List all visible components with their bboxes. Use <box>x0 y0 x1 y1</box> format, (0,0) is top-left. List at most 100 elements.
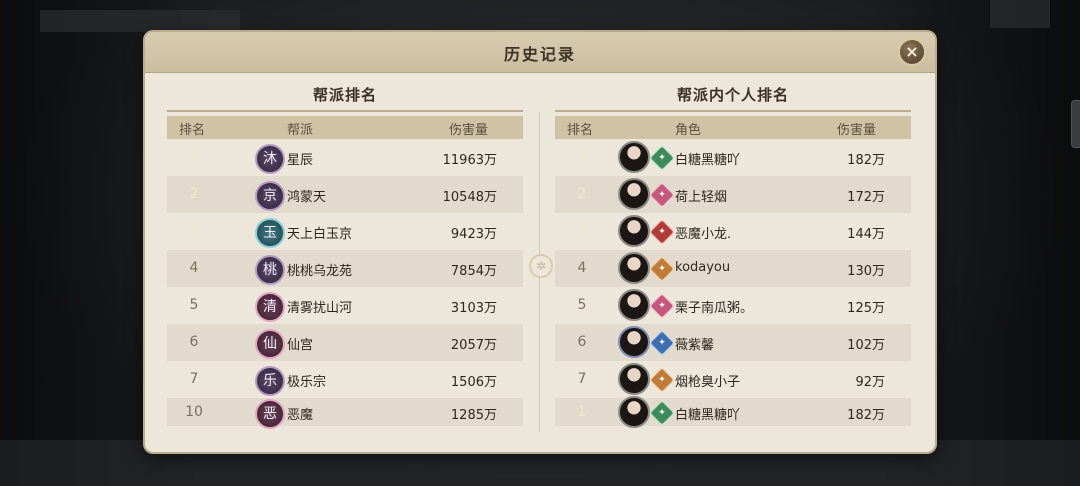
player-damage: 125万 <box>847 301 885 316</box>
guild-ranking-section: 帮派排名 排名 帮派 伤害量 1 沐 星辰 11963万 2 京 鸿蒙天 105… <box>167 80 523 429</box>
guild-name: 星辰 <box>287 153 314 168</box>
header-damage: 伤害量 <box>449 123 489 138</box>
avatar-icon[interactable] <box>618 363 650 395</box>
guild-name: 清雾扰山河 <box>287 301 353 316</box>
guild-row[interactable]: 4 桃 桃桃乌龙苑 7854万 <box>167 250 523 287</box>
player-damage: 172万 <box>847 190 885 205</box>
rank-badge-icon: 2 <box>179 180 209 209</box>
rank-value: 1 <box>189 149 199 165</box>
guild-row[interactable]: 2 京 鸿蒙天 10548万 <box>167 176 523 213</box>
guild-name: 极乐宗 <box>287 375 327 390</box>
header-rank: 排名 <box>567 123 594 138</box>
player-row-own[interactable]: 1 ✦ 白糖黑糖吖 182万 <box>555 396 911 428</box>
avatar-icon[interactable] <box>618 252 650 284</box>
player-row[interactable]: 7 ✦ 烟枪臭小子 92万 <box>555 361 911 398</box>
rank-number: 6 <box>189 334 199 350</box>
guild-row[interactable]: 3 玉 天上白玉京 9423万 <box>167 213 523 250</box>
player-name: 白糖黑糖吖 <box>675 408 741 423</box>
sect-icon: ✦ <box>649 400 675 426</box>
guild-damage: 10548万 <box>442 190 497 205</box>
header-damage: 伤害量 <box>837 123 877 138</box>
header-role: 角色 <box>675 123 702 138</box>
player-name: kodayou <box>675 260 731 275</box>
avatar-icon[interactable] <box>618 178 650 210</box>
guild-emblem-icon: 桃 <box>255 255 285 285</box>
background-ui-strip <box>990 0 1050 28</box>
player-row[interactable]: 2 ✦ 荷上轻烟 172万 <box>555 176 911 213</box>
guild-emblem-icon: 仙 <box>255 329 285 359</box>
avatar-icon[interactable] <box>618 141 650 173</box>
guild-emblem-icon: 沐 <box>255 144 285 174</box>
rank-value: 1 <box>577 404 587 420</box>
rank-number: 5 <box>577 297 587 313</box>
guild-ranking-title: 帮派排名 <box>167 80 523 112</box>
avatar-icon[interactable] <box>618 396 650 428</box>
rank-value: 2 <box>189 186 199 202</box>
guild-row[interactable]: 7 乐 极乐宗 1506万 <box>167 361 523 398</box>
guild-ranking-list: 1 沐 星辰 11963万 2 京 鸿蒙天 10548万 3 玉 天上白玉京 9… <box>167 139 523 429</box>
guild-name: 鸿蒙天 <box>287 190 327 205</box>
personal-ranking-title: 帮派内个人排名 <box>555 80 911 112</box>
sect-icon: ✦ <box>649 293 675 319</box>
player-damage: 92万 <box>855 375 885 390</box>
personal-ranking-header: 排名 角色 伤害量 <box>555 116 911 139</box>
player-row[interactable]: 1 ✦ 白糖黑糖吖 182万 <box>555 139 911 176</box>
guild-row[interactable]: 5 清 清雾扰山河 3103万 <box>167 287 523 324</box>
guild-row-own[interactable]: 10 恶 恶魔 1285万 <box>167 398 523 429</box>
guild-name: 天上白玉京 <box>287 227 353 242</box>
player-row[interactable]: 6 ✦ 薇紫馨 102万 <box>555 324 911 361</box>
guild-emblem-icon: 乐 <box>255 366 285 396</box>
guild-name: 恶魔 <box>287 408 314 423</box>
player-damage: 182万 <box>847 408 885 423</box>
guild-row[interactable]: 6 仙 仙宫 2057万 <box>167 324 523 361</box>
player-name: 烟枪臭小子 <box>675 375 741 390</box>
player-row[interactable]: 4 ✦ kodayou 130万 <box>555 250 911 287</box>
rank-badge-icon: 1 <box>567 143 597 172</box>
rank-value: 3 <box>577 223 587 239</box>
avatar-icon[interactable] <box>618 326 650 358</box>
guild-row[interactable]: 1 沐 星辰 11963万 <box>167 139 523 176</box>
dialog-title: 历史记录 <box>503 45 576 64</box>
rank-badge-icon: 3 <box>567 217 597 246</box>
history-dialog: 历史记录 × 帮派排名 排名 帮派 伤害量 1 沐 星辰 11963万 2 京 … <box>145 32 935 452</box>
rank-number: 7 <box>577 371 587 387</box>
rank-number: 4 <box>189 260 199 276</box>
rank-number: 10 <box>185 404 203 420</box>
rank-badge-icon: 1 <box>567 398 597 427</box>
background-ui-strip <box>40 10 240 32</box>
guild-emblem-icon: 玉 <box>255 218 285 248</box>
rank-value: 2 <box>577 186 587 202</box>
side-panel-handle[interactable] <box>1071 100 1080 148</box>
close-icon[interactable]: × <box>898 38 926 66</box>
avatar-icon[interactable] <box>618 215 650 247</box>
rank-number: 6 <box>577 334 587 350</box>
rank-number: 5 <box>189 297 199 313</box>
sect-icon: ✦ <box>649 256 675 282</box>
rank-badge-icon: 3 <box>179 217 209 246</box>
guild-damage: 1285万 <box>450 408 497 423</box>
player-name: 白糖黑糖吖 <box>675 153 741 168</box>
guild-name: 桃桃乌龙苑 <box>287 264 353 279</box>
guild-damage: 2057万 <box>450 338 497 353</box>
player-name: 荷上轻烟 <box>675 190 728 205</box>
player-damage: 182万 <box>847 153 885 168</box>
player-row[interactable]: 5 ✦ 栗子南瓜粥。 125万 <box>555 287 911 324</box>
player-name: 薇紫馨 <box>675 338 715 353</box>
guild-name: 仙宫 <box>287 338 314 353</box>
knot-ornament-icon: ✲ <box>529 254 553 278</box>
guild-damage: 11963万 <box>442 153 497 168</box>
header-rank: 排名 <box>179 123 206 138</box>
header-guild: 帮派 <box>287 123 314 138</box>
rank-value: 3 <box>189 223 199 239</box>
player-name: 恶魔小龙. <box>675 227 732 242</box>
sect-icon: ✦ <box>649 219 675 245</box>
rank-number: 7 <box>189 371 199 387</box>
rank-badge-icon: 1 <box>179 143 209 172</box>
guild-emblem-icon: 恶 <box>255 399 285 429</box>
guild-damage: 7854万 <box>450 264 497 279</box>
sect-icon: ✦ <box>649 330 675 356</box>
avatar-icon[interactable] <box>618 289 650 321</box>
sect-icon: ✦ <box>649 145 675 171</box>
player-row[interactable]: 3 ✦ 恶魔小龙. 144万 <box>555 213 911 250</box>
personal-ranking-section: 帮派内个人排名 排名 角色 伤害量 1 ✦ 白糖黑糖吖 182万 2 ✦ 荷上轻… <box>555 80 911 428</box>
